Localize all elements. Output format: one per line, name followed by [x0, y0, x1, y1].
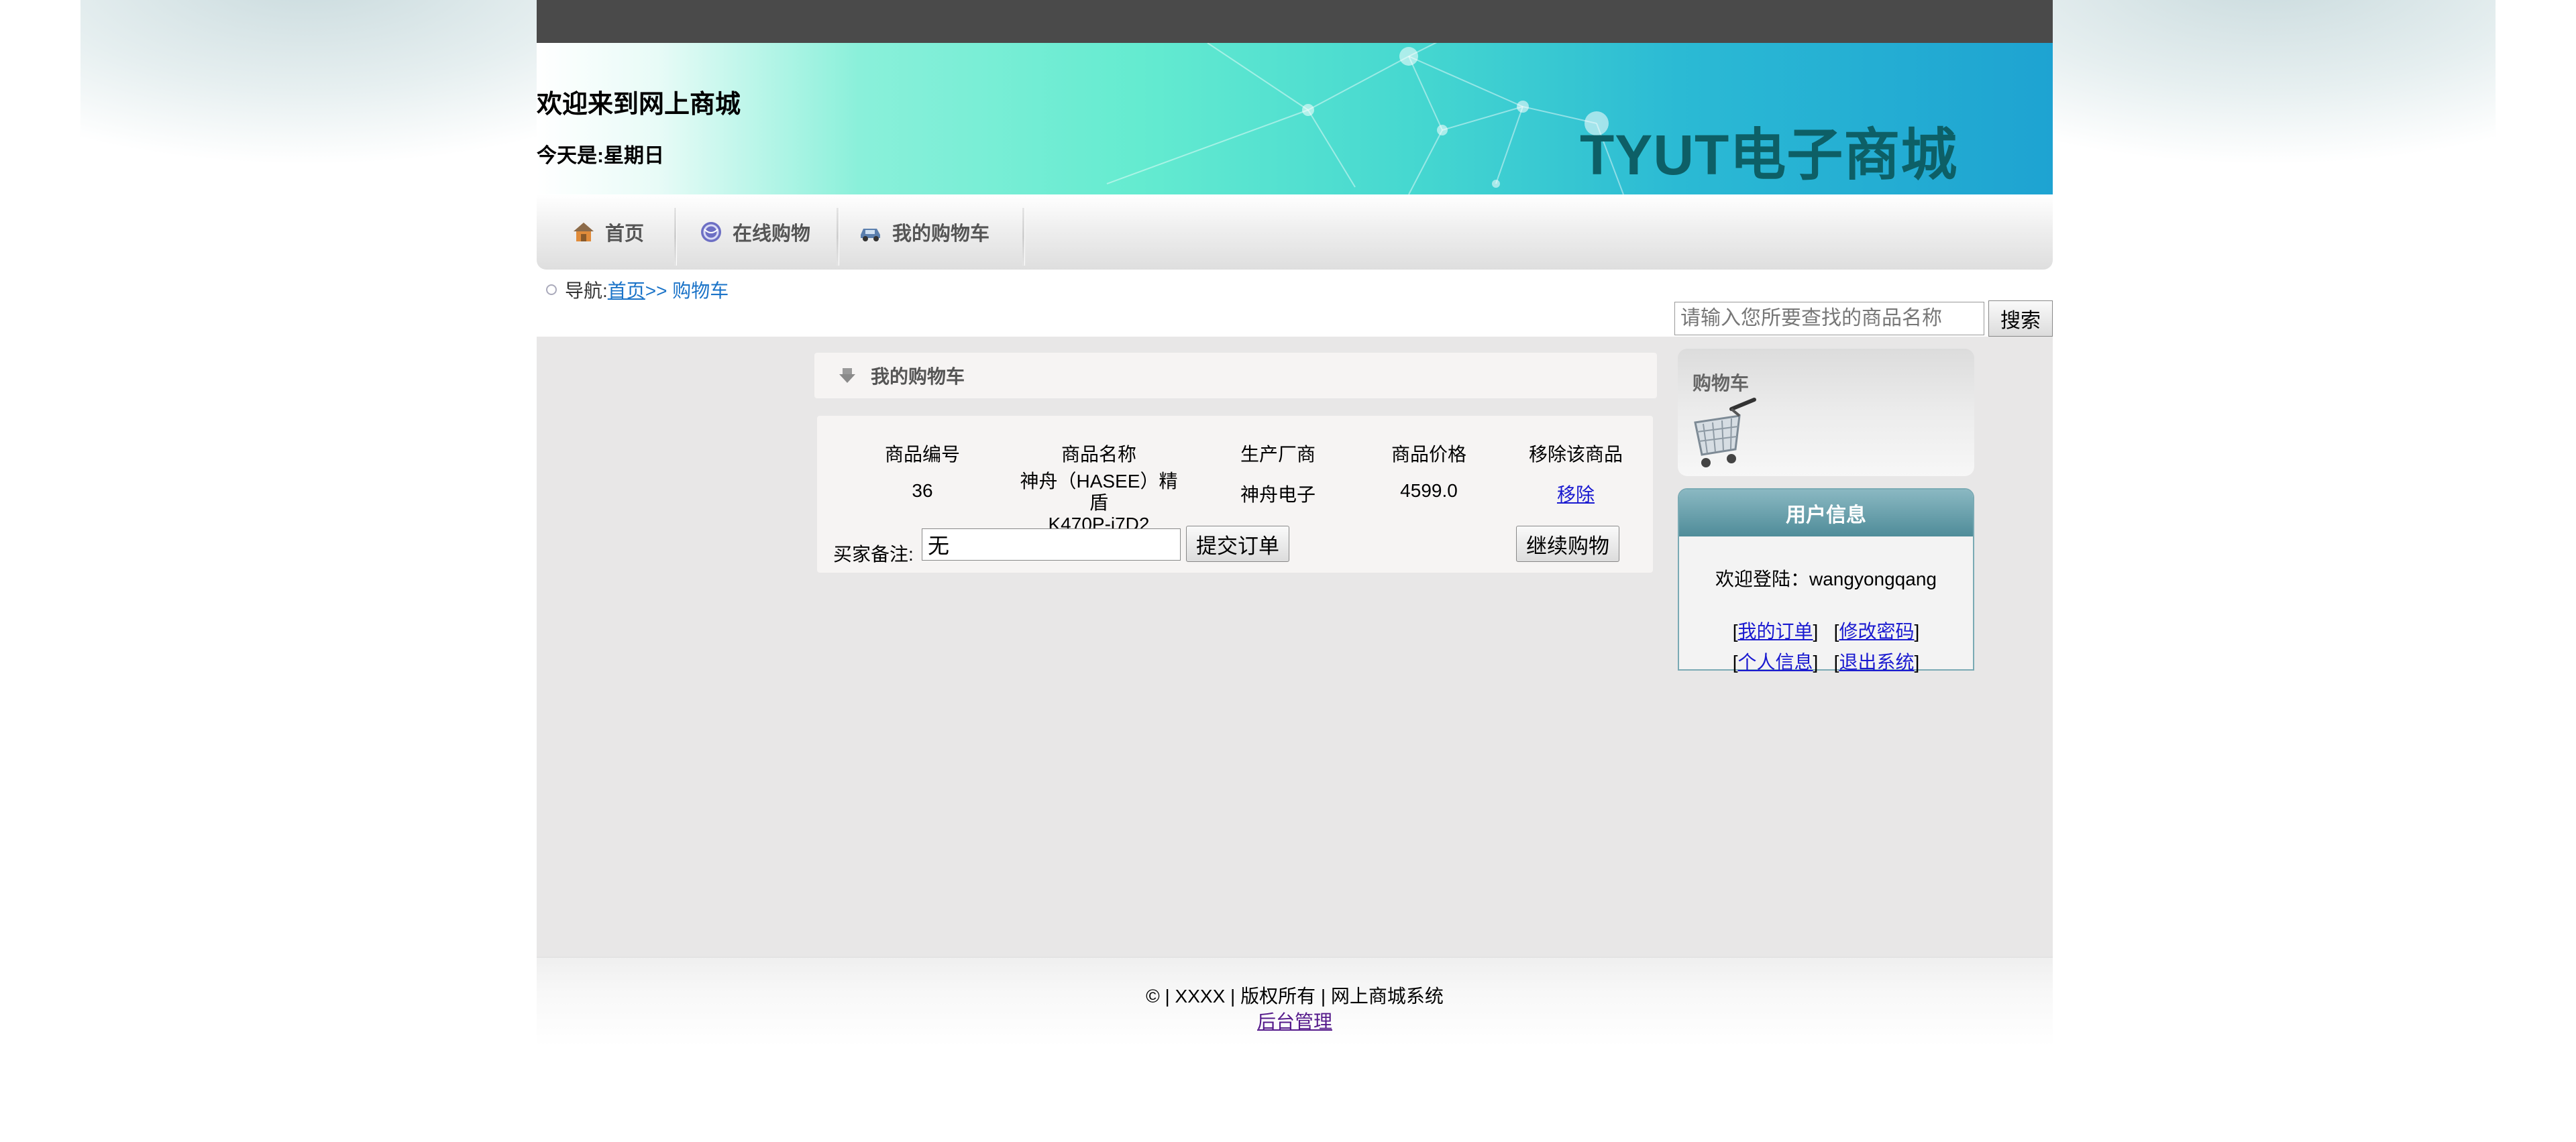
cell-remove: 移除	[1519, 480, 1633, 507]
shopping-cart-icon	[1694, 398, 1756, 467]
submit-order-button[interactable]: 提交订单	[1186, 526, 1289, 562]
nav-label: 在线购物	[733, 223, 811, 245]
brand-logo-text: TYUT电子商城	[1580, 123, 1958, 186]
header-banner: 欢迎来到网上商城 今天是:星期日 TYUT电子商城	[537, 43, 2053, 194]
nav-label: 首页	[605, 223, 645, 245]
cell-name-line1: 神舟（HASEE）精盾	[1020, 471, 1178, 513]
cart-title: 我的购物车	[871, 366, 965, 387]
nav-item-home[interactable]: 首页	[572, 194, 644, 270]
cell-name: 神舟（HASEE）精盾 K470P-i7D2	[1012, 471, 1186, 535]
car-icon	[861, 229, 880, 241]
footer: © | XXXX | 版权所有 | 网上商城系统 后台管理	[537, 957, 2053, 1047]
column-header-name: 商品名称	[1061, 444, 1136, 465]
buyer-note-input[interactable]	[922, 528, 1181, 561]
page-wrapper: 欢迎来到网上商城 今天是:星期日 TYUT电子商城 首页 在线购物 我的购物车 …	[537, 0, 2053, 1047]
column-header-maker: 生产厂商	[1240, 444, 1316, 465]
search-input[interactable]	[1674, 302, 1984, 335]
nav-divider	[674, 208, 677, 266]
remove-item-link[interactable]: 移除	[1557, 484, 1595, 505]
logout-link[interactable]: 退出系统	[1839, 652, 1914, 673]
nav-divider	[1022, 208, 1025, 266]
cart-section-header: 我的购物车	[814, 353, 1657, 398]
admin-link-wrapper: 后台管理	[537, 1007, 2053, 1034]
profile-link[interactable]: 个人信息	[1738, 652, 1813, 673]
bullet-icon	[546, 284, 557, 295]
breadcrumb-current: >> 购物车	[645, 280, 729, 301]
nav-item-online-shopping[interactable]: 在线购物	[699, 194, 810, 270]
nav-label: 我的购物车	[892, 223, 990, 245]
nav-item-my-cart[interactable]: 我的购物车	[859, 194, 989, 270]
home-icon	[574, 223, 594, 241]
breadcrumb-prefix: 导航:	[565, 280, 608, 301]
welcome-text: 欢迎来到网上商城	[537, 91, 741, 119]
user-welcome-text: 欢迎登陆：wangyongqang	[1715, 569, 1937, 589]
user-info-panel: 用户信息 欢迎登陆：wangyongqang [我的订单] [修改密码] [个人…	[1678, 488, 1974, 673]
nav-divider	[837, 208, 839, 266]
my-orders-link[interactable]: 我的订单	[1738, 621, 1813, 642]
column-header-id: 商品编号	[884, 444, 960, 465]
column-header-remove: 移除该商品	[1528, 444, 1623, 465]
user-links-row-1: [我的订单] [修改密码]	[1732, 621, 1920, 642]
cell-maker: 神舟电子	[1240, 484, 1316, 505]
sidebar-cart-title: 购物车	[1693, 373, 1750, 394]
breadcrumb-home-link[interactable]: 首页	[608, 276, 645, 303]
main-nav: 首页 在线购物 我的购物车	[537, 194, 2053, 270]
buyer-note-label: 买家备注:	[833, 544, 914, 565]
copyright-text: © | XXXX | 版权所有 | 网上商城系统	[1146, 986, 1444, 1007]
user-links-row-2: [个人信息] [退出系统]	[1732, 652, 1920, 673]
main-content: 我的购物车 商品编号 商品名称 生产厂商 商品价格 移除该商品 36 神舟（HA…	[537, 337, 2053, 957]
arrow-down-icon	[839, 368, 855, 383]
admin-link[interactable]: 后台管理	[1257, 1011, 1332, 1032]
cart-table: 商品编号 商品名称 生产厂商 商品价格 移除该商品 36 神舟（HASEE）精盾…	[817, 416, 1653, 573]
cell-price: 4599.0	[1400, 480, 1458, 501]
breadcrumb: 导航: 首页 >> 购物车	[546, 276, 729, 303]
cell-id: 36	[912, 480, 933, 501]
sidebar-cart-panel[interactable]: 购物车	[1678, 349, 1974, 476]
search-button[interactable]: 搜索	[1988, 300, 2053, 337]
change-password-link[interactable]: 修改密码	[1839, 621, 1914, 642]
top-bar	[537, 0, 2053, 43]
today-prefix: 今天是:	[537, 145, 604, 167]
today-label: 今天是:星期日	[537, 139, 664, 168]
shopping-globe-icon	[701, 222, 721, 242]
weekday-text: 星期日	[604, 145, 664, 167]
column-header-price: 商品价格	[1391, 444, 1466, 465]
continue-shopping-button[interactable]: 继续购物	[1516, 526, 1619, 562]
user-info-title: 用户信息	[1679, 490, 1973, 536]
